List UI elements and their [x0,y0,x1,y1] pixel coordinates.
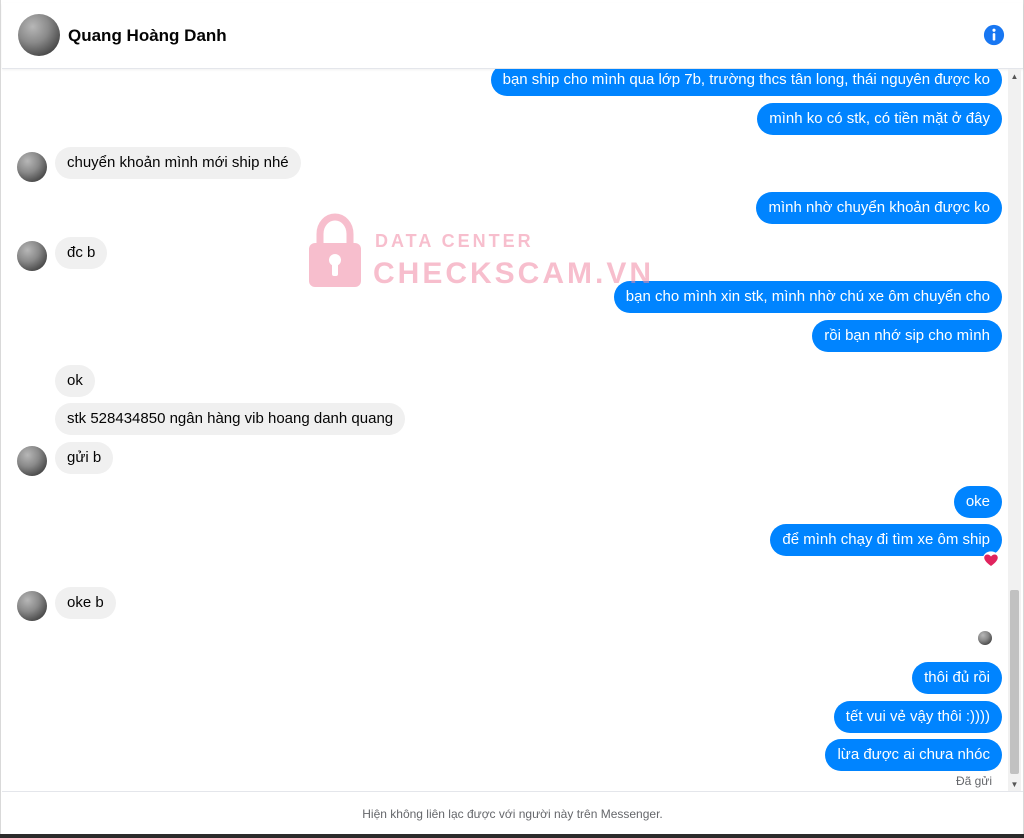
sender-avatar[interactable] [17,152,47,182]
message-outgoing[interactable]: bạn cho mình xin stk, mình nhờ chú xe ôm… [613,281,1002,313]
message-status: Đã gửi [955,774,992,788]
message-incoming[interactable]: chuyển khoản mình mới ship nhé [55,147,301,179]
seen-indicator-avatar [978,631,992,645]
composer-unavailable-notice: Hiện không liên lạc được với người này t… [2,791,1023,835]
scroll-down-arrow-icon[interactable]: ▼ [1008,777,1021,791]
message-outgoing[interactable]: thôi đủ rồi [912,662,1002,694]
message-outgoing[interactable]: oke [953,486,1002,518]
info-icon[interactable] [983,24,1005,46]
message-outgoing[interactable]: để mình chạy đi tìm xe ôm ship [770,524,1002,556]
message-outgoing[interactable]: bạn ship cho mình qua lớp 7b, trường thc… [490,69,1002,96]
message-outgoing[interactable]: lừa được ai chưa nhóc [825,739,1002,771]
message-outgoing[interactable]: mình ko có stk, có tiền mặt ở đây [757,103,1002,135]
message-incoming[interactable]: gửi b [55,442,114,474]
sender-avatar[interactable] [17,241,47,271]
scrollbar-thumb[interactable] [1010,590,1019,774]
watermark: DATA CENTER CHECKSCAM.VN [307,213,651,293]
message-outgoing[interactable]: tết vui vẻ vậy thôi :)))) [833,701,1002,733]
message-thread: bạn ship cho mình qua lớp 7b, trường thc… [2,69,1010,791]
message-incoming[interactable]: oke b [55,587,116,619]
message-outgoing[interactable]: rồi bạn nhớ sip cho mình [812,320,1002,352]
message-incoming[interactable]: ok [55,365,95,397]
heart-reaction-icon[interactable] [982,551,1000,569]
scroll-up-arrow-icon[interactable]: ▲ [1008,69,1021,83]
contact-name[interactable]: Quang Hoàng Danh [68,26,227,46]
message-incoming[interactable]: stk 528434850 ngân hàng vib hoang danh q… [55,403,406,435]
message-incoming[interactable]: đc b [55,237,108,269]
watermark-line2: CHECKSCAM.VN [373,257,655,290]
messenger-window: Quang Hoàng Danh bạn ship cho mình qua l… [0,0,1024,835]
message-outgoing[interactable]: mình nhờ chuyển khoản được ko [756,192,1002,224]
scrollbar[interactable]: ▲ ▼ [1008,69,1021,791]
watermark-line1: DATA CENTER [375,231,534,251]
sender-avatar[interactable] [17,591,47,621]
lock-icon [309,213,361,287]
conversation-header: Quang Hoàng Danh [2,3,1023,69]
sender-avatar[interactable] [17,446,47,476]
bottom-edge [0,834,1024,838]
contact-avatar[interactable] [18,14,60,56]
